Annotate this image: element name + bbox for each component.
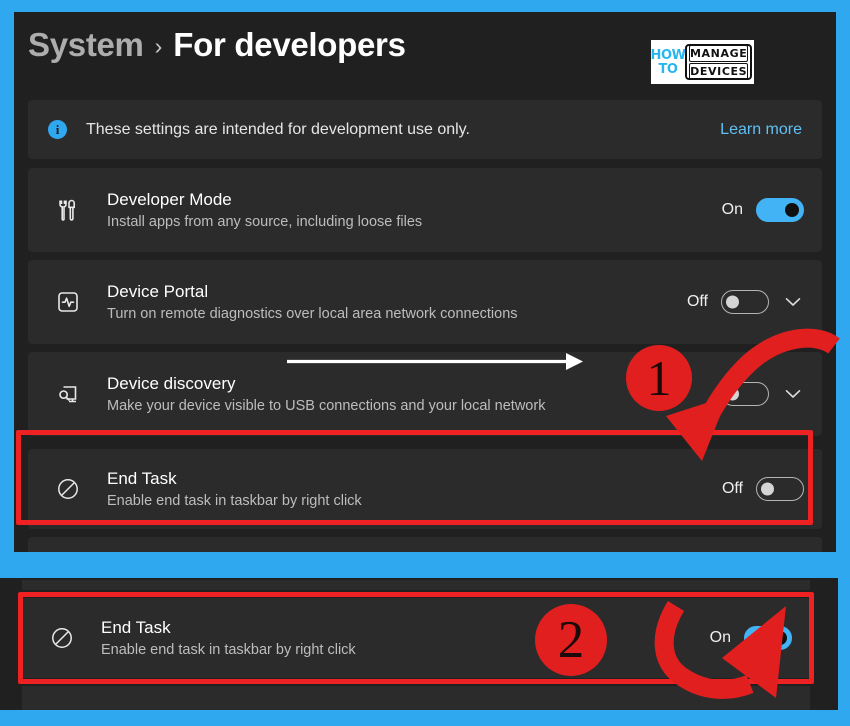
setting-controls [708, 382, 804, 406]
banner-message: These settings are intended for developm… [86, 120, 470, 138]
setting-row-device-portal[interactable]: Device Portal Turn on remote diagnostics… [28, 260, 822, 344]
setting-controls: On [722, 198, 804, 222]
setting-title: Device Portal [107, 281, 209, 301]
device-portal-toggle[interactable] [721, 290, 769, 314]
learn-more-link[interactable]: Learn more [720, 121, 802, 139]
logo-wordmark-box: MANAGE DEVICES [685, 44, 753, 80]
device-portal-pulse-icon [50, 284, 86, 320]
toggle-state-label: On [709, 629, 731, 646]
setting-text-block: Developer Mode Install apps from any sou… [107, 189, 422, 232]
setting-row-partial[interactable] [28, 537, 822, 552]
chevron-down-icon[interactable] [782, 383, 804, 405]
logo-devices-text: DEVICES [689, 62, 749, 80]
logo-how-text: HOW [650, 47, 686, 63]
setting-row-developer-mode[interactable]: Developer Mode Install apps from any sou… [28, 168, 822, 252]
setting-controls: Off [722, 477, 804, 501]
end-task-toggle-enabled[interactable] [744, 626, 792, 650]
setting-title: Device discovery [107, 373, 236, 393]
page-header: System › For developers HOW TO MANAGE DE… [14, 12, 836, 92]
end-task-toggle[interactable] [756, 477, 804, 501]
toggle-knob [726, 387, 739, 401]
setting-subtitle: Make your device visible to USB connecti… [107, 397, 546, 414]
setting-title: Developer Mode [107, 189, 232, 209]
toggle-state-label: Off [721, 480, 743, 497]
setting-text-block: End Task Enable end task in taskbar by r… [101, 617, 356, 660]
setting-row-end-task-enabled[interactable]: End Task Enable end task in taskbar by r… [22, 598, 810, 678]
setting-row-end-task[interactable]: End Task Enable end task in taskbar by r… [28, 449, 822, 529]
setting-title: End Task [107, 468, 177, 488]
toggle-knob [761, 482, 774, 496]
setting-subtitle: Install apps from any source, including … [107, 213, 423, 230]
logo-manage-text: MANAGE [689, 44, 749, 62]
developer-mode-toggle[interactable] [756, 198, 804, 222]
toggle-knob [785, 203, 799, 217]
prohibition-icon [44, 620, 80, 656]
device-discovery-icon [50, 376, 86, 412]
toggle-state-label: On [721, 201, 743, 218]
logo-howto-text: HOW TO [650, 49, 685, 77]
setting-title: End Task [101, 617, 171, 637]
wrench-screwdriver-icon [50, 192, 86, 228]
bottom-panel-upper-strip [22, 580, 810, 590]
toggle-knob [726, 295, 739, 309]
screenshot-frame: System › For developers HOW TO MANAGE DE… [0, 0, 850, 722]
setting-row-device-discovery[interactable]: Device discovery Make your device visibl… [28, 352, 822, 436]
setting-subtitle: Enable end task in taskbar by right clic… [107, 492, 362, 509]
setting-controls: Off [687, 290, 804, 314]
toggle-state-label: Off [686, 293, 708, 310]
setting-text-block: End Task Enable end task in taskbar by r… [107, 468, 362, 511]
development-info-banner: i These settings are intended for develo… [28, 100, 822, 159]
page-title: For developers [173, 26, 406, 63]
breadcrumb-separator-icon: › [154, 32, 163, 59]
setting-subtitle: Enable end task in taskbar by right clic… [101, 641, 356, 658]
howtomanagedevices-logo: HOW TO MANAGE DEVICES [650, 40, 754, 84]
breadcrumb: System › For developers [28, 26, 406, 64]
setting-controls: On [710, 626, 792, 650]
info-icon: i [48, 120, 67, 139]
logo-to-text: TO [658, 61, 678, 77]
chevron-down-icon[interactable] [782, 291, 804, 313]
setting-text-block: Device Portal Turn on remote diagnostics… [107, 281, 518, 324]
bottom-panel-lower-strip [22, 686, 810, 710]
setting-subtitle: Turn on remote diagnostics over local ar… [107, 305, 518, 322]
prohibition-icon [50, 471, 86, 507]
device-discovery-toggle[interactable] [721, 382, 769, 406]
settings-panel-top: System › For developers HOW TO MANAGE DE… [14, 12, 836, 552]
breadcrumb-parent[interactable]: System [28, 26, 144, 64]
setting-text-block: Device discovery Make your device visibl… [107, 373, 545, 416]
toggle-knob [773, 631, 787, 645]
